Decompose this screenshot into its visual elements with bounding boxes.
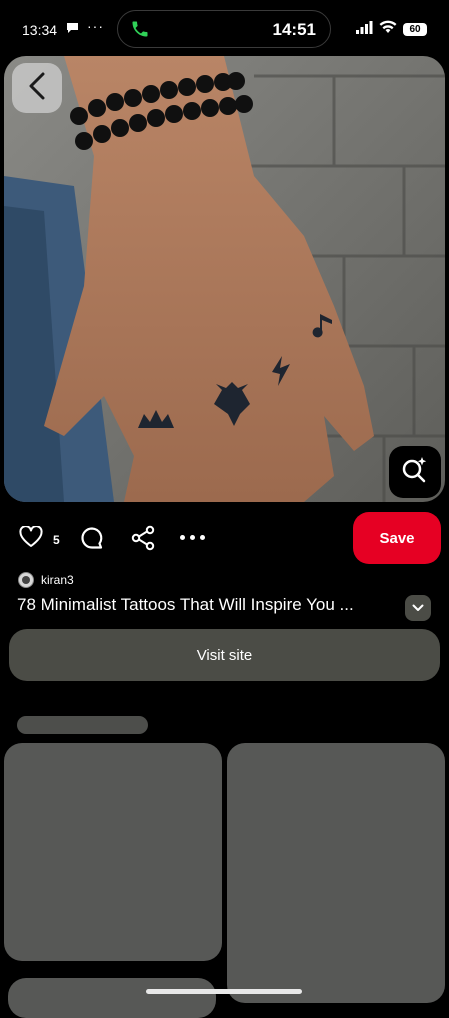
- status-time: 13:34: [22, 22, 58, 38]
- wifi-icon: [379, 20, 397, 39]
- back-button[interactable]: [12, 63, 62, 113]
- pin-image[interactable]: [4, 56, 445, 502]
- share-button[interactable]: [131, 525, 155, 556]
- status-more-indicator: ···: [87, 18, 104, 34]
- ongoing-call-pill[interactable]: 14:51: [117, 10, 331, 48]
- visual-search-button[interactable]: [389, 446, 441, 498]
- message-notification-icon: [66, 22, 79, 37]
- avatar: [18, 572, 34, 588]
- pin-action-row: 5 Save: [0, 510, 449, 566]
- more-icon: [180, 535, 185, 540]
- comment-button[interactable]: [80, 526, 104, 555]
- battery-icon: 60: [403, 23, 427, 36]
- more-options-button[interactable]: [180, 525, 205, 540]
- creator-name: kiran3: [41, 573, 74, 587]
- comment-icon: [81, 527, 103, 549]
- expand-description-button[interactable]: [405, 595, 431, 621]
- skeleton-pin-card: [8, 978, 216, 1018]
- skeleton-heading: [17, 716, 148, 734]
- status-indicators: 60: [356, 20, 427, 39]
- signal-icon: [356, 20, 373, 39]
- heart-icon: [19, 525, 43, 553]
- like-count: 5: [53, 532, 60, 547]
- status-bar: 13:34 ··· 14:51 60: [0, 0, 449, 56]
- call-duration: 14:51: [272, 20, 316, 39]
- visit-site-button[interactable]: Visit site: [9, 629, 440, 681]
- back-arrow-icon: [27, 72, 47, 105]
- chevron-down-icon: [412, 599, 424, 617]
- save-button[interactable]: Save: [353, 512, 441, 564]
- home-indicator[interactable]: [146, 989, 302, 994]
- share-icon: [131, 525, 155, 551]
- skeleton-pin-card: [4, 743, 222, 961]
- creator-row[interactable]: kiran3: [18, 572, 74, 588]
- like-button[interactable]: 5: [19, 525, 60, 553]
- visual-search-icon: [400, 455, 430, 490]
- pin-title: 78 Minimalist Tattoos That Will Inspire …: [17, 595, 354, 614]
- skeleton-pin-card: [227, 743, 445, 1003]
- phone-icon: [130, 19, 150, 44]
